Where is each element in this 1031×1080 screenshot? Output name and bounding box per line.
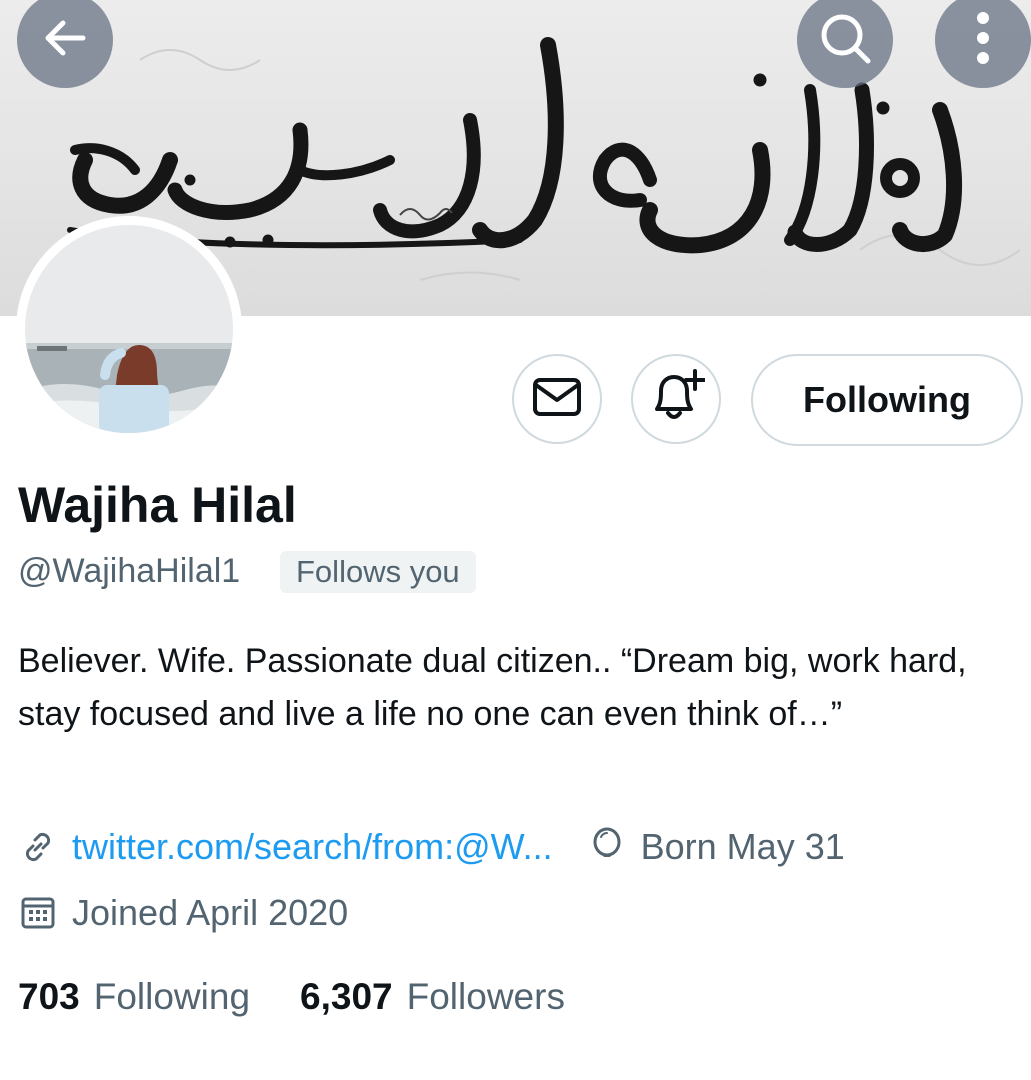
followers-label: Followers <box>406 976 565 1017</box>
profile-link[interactable]: twitter.com/search/from:@W... <box>72 826 553 868</box>
handle: @WajihaHilal1 <box>18 552 241 590</box>
avatar-photo <box>25 225 233 433</box>
followers-stat[interactable]: 6,307 Followers <box>300 976 565 1018</box>
balloon-icon <box>587 827 627 867</box>
following-button[interactable]: Following <box>751 354 1023 446</box>
bell-plus-icon <box>647 368 706 430</box>
arrow-left-icon <box>37 10 93 71</box>
following-count: 703 <box>18 976 80 1017</box>
notify-button[interactable] <box>631 354 721 444</box>
profile-meta-row-2: Joined April 2020 <box>18 889 348 937</box>
follow-stats: 703 Following 6,307 Followers <box>18 976 565 1018</box>
message-button[interactable] <box>512 354 602 444</box>
search-icon <box>816 9 874 72</box>
display-name: Wajiha Hilal <box>18 477 297 533</box>
envelope-icon <box>532 377 582 422</box>
link-icon <box>18 827 58 867</box>
profile-meta-row-1: twitter.com/search/from:@W... Born May 3… <box>18 823 845 871</box>
following-stat[interactable]: 703 Following <box>18 976 250 1018</box>
bio: Believer. Wife. Passionate dual citizen.… <box>18 642 967 733</box>
birthday-text: Born May 31 <box>640 826 845 867</box>
avatar[interactable] <box>16 216 242 442</box>
more-vertical-icon <box>973 8 993 73</box>
joined-text: Joined April 2020 <box>72 892 349 933</box>
following-label: Following <box>93 976 251 1017</box>
calendar-icon <box>18 893 58 933</box>
followers-count: 6,307 <box>300 976 393 1017</box>
follows-you-badge: Follows you <box>280 551 476 593</box>
